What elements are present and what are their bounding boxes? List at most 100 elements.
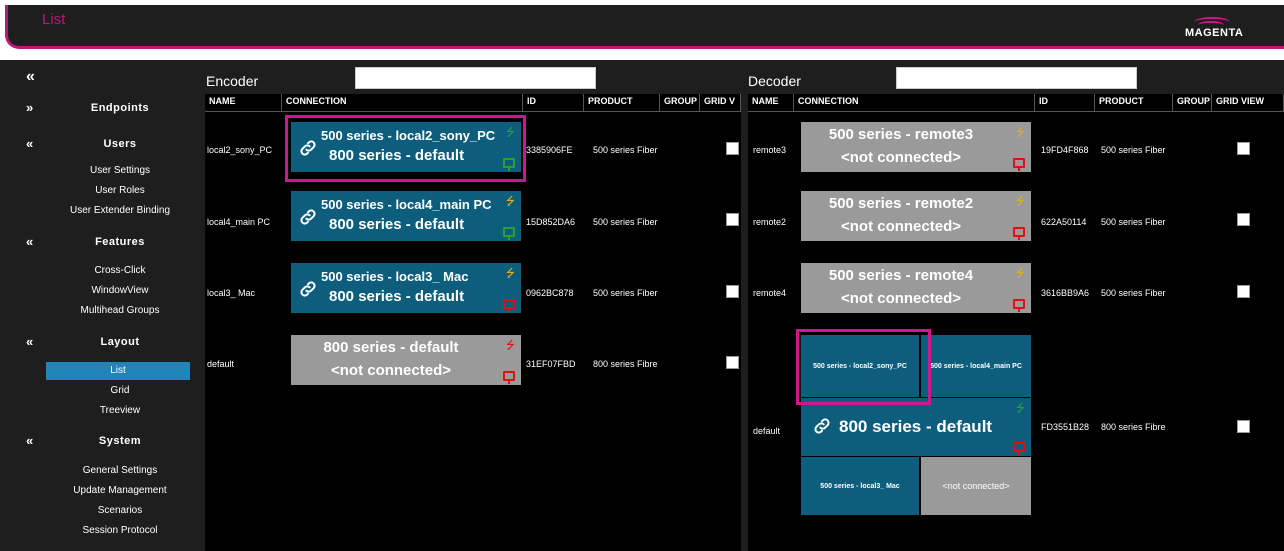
link-icon [300, 281, 316, 297]
column-header-group[interactable]: GROUP [1173, 94, 1212, 112]
connection-tile[interactable]: 500 series - remote3 <not connected> ⭍ [801, 122, 1031, 172]
row-product: 500 series Fiber [1101, 145, 1166, 155]
sidebar: « » Endpoints « Users User Settings User… [0, 60, 198, 551]
connection-tile[interactable]: 500 series - remote4 <not connected> ⭍ [801, 263, 1031, 313]
row-id: 0962BC878 [526, 288, 574, 298]
column-header-product[interactable]: PRODUCT [584, 94, 660, 112]
column-header-grid-view[interactable]: GRID V [700, 94, 741, 112]
column-header-id[interactable]: ID [1035, 94, 1095, 112]
sidebar-item-treeview[interactable]: Treeview [0, 405, 198, 416]
usb-icon: ⭍ [1015, 403, 1025, 415]
column-header-name[interactable]: NAME [748, 94, 794, 112]
column-header-product[interactable]: PRODUCT [1095, 94, 1173, 112]
encoder-filter-input[interactable] [355, 67, 596, 89]
expand-icon[interactable]: » [26, 100, 33, 115]
monitor-icon [503, 299, 515, 312]
row-name: local3_ Mac [207, 288, 256, 298]
usb-icon: ⭍ [1015, 127, 1025, 139]
sidebar-item-windowview[interactable]: WindowView [0, 285, 198, 296]
sidebar-item-user-settings[interactable]: User Settings [0, 165, 198, 176]
grid-view-checkbox[interactable] [726, 285, 739, 298]
grid-view-checkbox[interactable] [726, 213, 739, 226]
selection-highlight [285, 115, 526, 182]
monitor-icon [1013, 442, 1025, 455]
row-product: 500 series Fiber [1101, 288, 1166, 298]
column-header-name[interactable]: NAME [205, 94, 282, 112]
row-product: 500 series Fiber [593, 288, 658, 298]
multihead-main-tile[interactable]: 800 series - default ⭍ [801, 398, 1031, 456]
column-header-grid-view[interactable]: GRID VIEW [1212, 94, 1284, 112]
page-title: List [42, 11, 66, 28]
row-name: default [753, 426, 781, 436]
row-product: 500 series Fiber [593, 145, 658, 155]
row-id: 31EF07FBD [526, 359, 576, 369]
row-id: 15D852DA6 [526, 217, 576, 227]
monitor-icon [1013, 227, 1025, 240]
row-name: local2_sony_PC [207, 145, 273, 155]
multihead-tile[interactable]: 500 series - local4_main PC [921, 335, 1031, 397]
usb-icon: ⭍ [1015, 196, 1025, 208]
connection-tile[interactable]: 800 series - default <not connected> ⭍ [291, 335, 521, 385]
app-header: List MAGENTA [5, 5, 1284, 49]
connection-tile[interactable]: 500 series - local3_ Mac 800 series - de… [291, 263, 521, 313]
link-icon [300, 209, 316, 225]
usb-icon: ⭍ [505, 196, 515, 208]
row-name: remote3 [753, 145, 787, 155]
row-product: 500 series Fiber [1101, 217, 1166, 227]
column-header-id[interactable]: ID [523, 94, 584, 112]
sidebar-item-cross-click[interactable]: Cross-Click [0, 265, 198, 276]
decoder-filter-input[interactable] [896, 67, 1137, 89]
grid-view-checkbox[interactable] [1237, 285, 1250, 298]
connection-tile[interactable]: 500 series - local4_main PC 800 series -… [291, 191, 521, 241]
row-id: 622A50114 [1041, 217, 1087, 227]
column-header-connection[interactable]: CONNECTION [282, 94, 523, 112]
link-icon [814, 418, 830, 434]
row-id: 19FD4F868 [1041, 145, 1089, 155]
connection-tile[interactable]: 500 series - remote2 <not connected> ⭍ [801, 191, 1031, 241]
row-id: 3616BB9A6 [1041, 288, 1090, 298]
sidebar-item-scenarios[interactable]: Scenarios [0, 505, 198, 516]
sidebar-item-multihead-groups[interactable]: Multihead Groups [0, 305, 198, 316]
row-id: 3385906FE [526, 145, 573, 155]
collapse-sidebar-icon[interactable]: « [26, 68, 35, 86]
grid-view-checkbox[interactable] [1237, 142, 1250, 155]
row-name: default [207, 359, 235, 369]
decoder-label: Decoder [748, 73, 801, 89]
sidebar-item-grid[interactable]: Grid [0, 385, 198, 396]
column-header-connection[interactable]: CONNECTION [794, 94, 1035, 112]
row-name: remote4 [753, 288, 787, 298]
magenta-logo: MAGENTA [1182, 17, 1246, 47]
row-name: local4_main PC [207, 217, 271, 227]
grid-view-checkbox[interactable] [726, 142, 739, 155]
collapse-icon[interactable]: « [26, 334, 33, 349]
row-product: 500 series Fiber [593, 217, 658, 227]
usb-icon: ⭍ [1015, 268, 1025, 280]
usb-icon: ⭍ [505, 340, 515, 352]
grid-view-checkbox[interactable] [1237, 420, 1250, 433]
sidebar-item-user-roles[interactable]: User Roles [0, 185, 198, 196]
sidebar-item-update-management[interactable]: Update Management [0, 485, 198, 496]
monitor-icon [503, 227, 515, 240]
row-product: 800 series Fibre [593, 359, 658, 369]
grid-view-checkbox[interactable] [1237, 213, 1250, 226]
column-header-group[interactable]: GROUP [660, 94, 700, 112]
grid-view-checkbox[interactable] [726, 356, 739, 369]
collapse-icon[interactable]: « [26, 136, 33, 151]
decoder-table: NAME CONNECTION ID PRODUCT GROUP GRID VI… [748, 94, 1284, 551]
sidebar-item-session-protocol[interactable]: Session Protocol [0, 525, 198, 536]
monitor-icon [1013, 158, 1025, 171]
multihead-tile[interactable]: 500 series - local3_ Mac [801, 457, 919, 515]
sidebar-item-list[interactable]: List [46, 362, 190, 380]
row-id: FD3551B28 [1041, 422, 1090, 432]
monitor-icon [1013, 299, 1025, 312]
sidebar-item-general-settings[interactable]: General Settings [0, 465, 198, 476]
encoder-label: Encoder [206, 73, 259, 89]
multihead-tile[interactable]: <not connected> [921, 457, 1031, 515]
collapse-icon[interactable]: « [26, 234, 33, 249]
row-name: remote2 [753, 217, 787, 227]
collapse-icon[interactable]: « [26, 433, 33, 448]
selection-highlight [796, 329, 931, 405]
monitor-icon [503, 371, 515, 384]
row-product: 800 series Fibre [1101, 422, 1166, 432]
sidebar-item-user-extender-binding[interactable]: User Extender Binding [0, 205, 198, 216]
